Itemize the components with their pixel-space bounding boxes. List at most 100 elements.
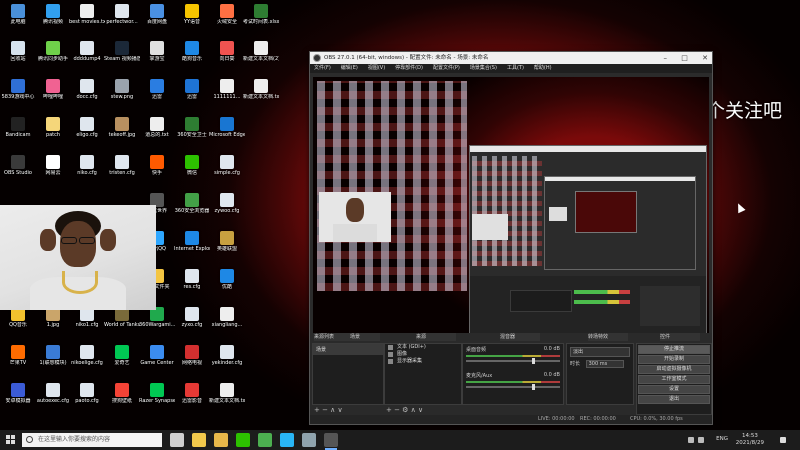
desktop-icon[interactable]: Microsoft Edge	[209, 116, 245, 149]
menu-item[interactable]: 停靠部件(D)	[395, 65, 423, 71]
desktop-icon[interactable]: 新建文本文档(2).txt	[243, 40, 279, 73]
desktop-icon[interactable]: 爱奇艺	[104, 344, 140, 377]
menu-item[interactable]: 帮助(H)	[534, 65, 552, 71]
desktop-icon[interactable]: zyxo.cfg	[174, 306, 210, 339]
desktop-icon[interactable]: eligo.cfg	[69, 116, 105, 149]
desktop-icon[interactable]: 百度网盘	[139, 3, 175, 36]
desktop-icon[interactable]: xiangliang...	[209, 306, 245, 339]
desktop-icon[interactable]: 1.jpg	[35, 306, 71, 339]
menu-item[interactable]: 文件(F)	[314, 65, 331, 71]
maximize-icon[interactable]: □	[681, 54, 688, 62]
desktop-icon[interactable]: niko.cfg	[69, 154, 105, 187]
folder-icon[interactable]	[214, 433, 228, 447]
desktop-icon[interactable]: 向日葵	[209, 40, 245, 73]
virtual-camera-button[interactable]: 启动虚拟摄像机	[638, 365, 710, 374]
transition-select[interactable]: 淡出	[570, 347, 630, 357]
desktop-icon[interactable]: 英雄联盟	[209, 230, 245, 263]
desktop-icon[interactable]: paoto.cfg	[69, 382, 105, 415]
desktop-icon[interactable]: 芒果TV	[0, 344, 36, 377]
desktop-icon[interactable]: Steam 视频播放	[104, 40, 140, 73]
desktop-icon[interactable]: niko1.cfg	[69, 306, 105, 339]
file-explorer-icon[interactable]	[192, 433, 206, 447]
wechat-icon[interactable]	[236, 433, 250, 447]
desktop-icon[interactable]: World of Tanks ASIA	[104, 306, 140, 339]
desktop-icon[interactable]: patch	[35, 116, 71, 149]
desktop-icon[interactable]: 酷狗音乐	[174, 40, 210, 73]
source-toolbar[interactable]: + − ⚙ ∧ ∨	[386, 406, 423, 414]
desktop-icon[interactable]: 新建文本文档.txt	[209, 382, 245, 415]
desktop-icon[interactable]: OBS Studio	[0, 154, 36, 187]
desktop-icon[interactable]: 火绒安全	[209, 3, 245, 36]
studio-mode-button[interactable]: 工作室模式	[638, 375, 710, 384]
volume-slider[interactable]	[466, 384, 560, 390]
desktop-icon[interactable]: ddddump4	[69, 40, 105, 73]
obs-icon[interactable]	[324, 433, 338, 450]
minimize-icon[interactable]: –	[664, 54, 668, 62]
notification-icon[interactable]	[780, 437, 786, 443]
menu-item[interactable]: 配置文件(P)	[433, 65, 460, 71]
desktop-icon[interactable]: nikoelige.cfg	[69, 344, 105, 377]
desktop-icon[interactable]: 迅雷	[174, 78, 210, 111]
desktop-icon[interactable]: yekinder.cfg	[209, 344, 245, 377]
source-image[interactable]: 图像	[385, 351, 461, 358]
scene-item[interactable]: 场景	[313, 344, 383, 355]
desktop-icon[interactable]: 腾讯视频	[35, 3, 71, 36]
scenes-panel[interactable]: 场景	[312, 343, 384, 405]
desktop-icon[interactable]: YY语音	[174, 3, 210, 36]
qq-icon[interactable]	[280, 433, 294, 447]
start-recording-button[interactable]: 开始录制	[638, 355, 710, 364]
desktop-icon[interactable]: 安卓模拟器	[0, 382, 36, 415]
desktop-icon[interactable]: simple.cfg	[209, 154, 245, 187]
desktop-icon[interactable]: QQ音乐	[0, 306, 36, 339]
desktop-icon[interactable]: Razer Synapse	[139, 382, 175, 415]
menu-item[interactable]: 工具(T)	[507, 65, 524, 71]
desktop-icon[interactable]: 腾讯同步助手	[35, 40, 71, 73]
desktop-icon[interactable]: 搜狗壁纸	[104, 382, 140, 415]
menu-item[interactable]: 场景集合(S)	[470, 65, 497, 71]
desktop-icon[interactable]: docc.cfg	[69, 78, 105, 111]
desktop-icon[interactable]: 1111111...	[209, 78, 245, 111]
desktop-icon[interactable]: 哔哩哔哩	[35, 78, 71, 111]
chrome-icon[interactable]	[258, 433, 272, 447]
menu-item[interactable]: 编辑(E)	[341, 65, 358, 71]
sources-panel[interactable]: 文本 (GDI+) 图像 显示器采集	[384, 343, 462, 405]
transition-duration-input[interactable]: 300 ms	[585, 360, 624, 368]
desktop-icon[interactable]: Internet Explorer	[174, 230, 210, 263]
desktop-icon[interactable]: perfectwor...	[104, 3, 140, 36]
menu-item[interactable]: 视图(V)	[368, 65, 385, 71]
desktop-icon[interactable]: 1(联想模块)	[35, 344, 71, 377]
clock[interactable]: 14:53 2021/8/29	[736, 433, 764, 447]
taskbar-search-input[interactable]: 在这里输入你要搜索的内容	[22, 433, 162, 447]
desktop-icon[interactable]: Bandicam	[0, 116, 36, 149]
desktop-icon[interactable]: stew.png	[104, 78, 140, 111]
task-view-icon[interactable]	[170, 433, 184, 447]
desktop-icon[interactable]: 5839游戏中心	[0, 78, 36, 111]
desktop-icon[interactable]: tekeoff.jpg	[104, 116, 140, 149]
desktop-icon[interactable]: 此电脑	[0, 3, 36, 36]
desktop-icon[interactable]: 考试时间表.xlsx	[243, 3, 279, 36]
controls-panel[interactable]: 停止推流 开始录制 启动虚拟摄像机 工作室模式 设置 退出	[636, 343, 712, 415]
desktop-icon[interactable]: 迅雷影音	[174, 382, 210, 415]
mixer-panel[interactable]: 桌面音频 0.0 dB 麦克风/Aux 0.0 dB	[462, 343, 564, 405]
mixer-desktop-audio[interactable]: 桌面音频 0.0 dB	[463, 344, 563, 370]
obs-window[interactable]: OBS 27.0.1 (64-bit, windows) - 配置文件: 未命名…	[309, 51, 713, 425]
obs-title-bar[interactable]: OBS 27.0.1 (64-bit, windows) - 配置文件: 未命名…	[310, 52, 712, 64]
desktop-icon[interactable]: 网络电视	[174, 344, 210, 377]
transitions-panel[interactable]: 淡出 时长 300 ms	[566, 343, 634, 405]
volume-icon[interactable]	[698, 437, 704, 443]
network-icon[interactable]	[688, 437, 694, 443]
volume-slider[interactable]	[466, 358, 560, 364]
start-button[interactable]	[6, 435, 16, 445]
desktop-icon[interactable]: 回收站	[0, 40, 36, 73]
source-display-capture[interactable]: 显示器采集	[385, 358, 461, 365]
desktop-icon[interactable]: best movies.txt	[69, 3, 105, 36]
desktop-icon[interactable]: 微信	[174, 154, 210, 187]
desktop-icon[interactable]: Game Center	[139, 344, 175, 377]
mixer-mic-aux[interactable]: 麦克风/Aux 0.0 dB	[463, 370, 563, 396]
desktop-icon[interactable]: tristen.cfg	[104, 154, 140, 187]
explorer-icon[interactable]	[302, 433, 316, 447]
desktop-icon[interactable]: 快手	[139, 154, 175, 187]
desktop-icon[interactable]: res.cfg	[174, 268, 210, 301]
desktop-icon[interactable]: 360安全浏览器	[174, 192, 210, 225]
settings-button[interactable]: 设置	[638, 385, 710, 394]
